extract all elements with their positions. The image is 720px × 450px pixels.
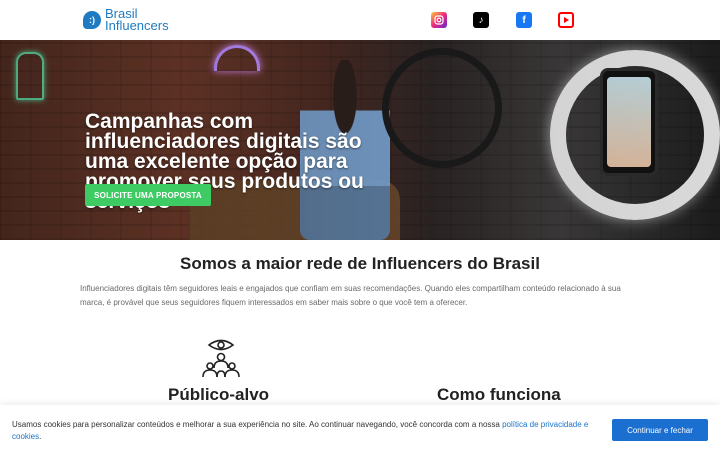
cookie-banner: Usamos cookies para personalizar conteúd… xyxy=(0,405,720,450)
logo-text-line2: Influencers xyxy=(105,18,169,33)
accept-cookies-button[interactable]: Continuar e fechar xyxy=(612,419,708,441)
page: :) Brasil Influencers ♪ f Campanhas com … xyxy=(0,0,720,450)
hero-banner: Campanhas com influenciadores digitais s… xyxy=(0,40,720,240)
instagram-icon[interactable] xyxy=(431,12,447,28)
request-proposal-button[interactable]: SOLICITE UMA PROPOSTA xyxy=(85,184,211,206)
section-title: Somos a maior rede de Influencers do Bra… xyxy=(180,254,540,273)
youtube-icon[interactable] xyxy=(558,12,574,28)
feature-title-how-it-works: Como funciona xyxy=(437,385,561,404)
feature-title-target-audience: Público-alvo xyxy=(168,385,270,404)
brand-logo[interactable]: :) Brasil Influencers xyxy=(83,7,169,33)
cookie-notice-text: Usamos cookies para personalizar conteúd… xyxy=(12,420,589,441)
section-description: Influenciadores digitais têm seguidores … xyxy=(80,284,621,307)
site-header: :) Brasil Influencers ♪ f xyxy=(0,0,720,40)
facebook-icon[interactable]: f xyxy=(516,12,532,28)
logo-smile-icon: :) xyxy=(83,11,101,29)
tiktok-icon[interactable]: ♪ xyxy=(473,12,489,28)
audience-eye-icon xyxy=(200,337,242,379)
